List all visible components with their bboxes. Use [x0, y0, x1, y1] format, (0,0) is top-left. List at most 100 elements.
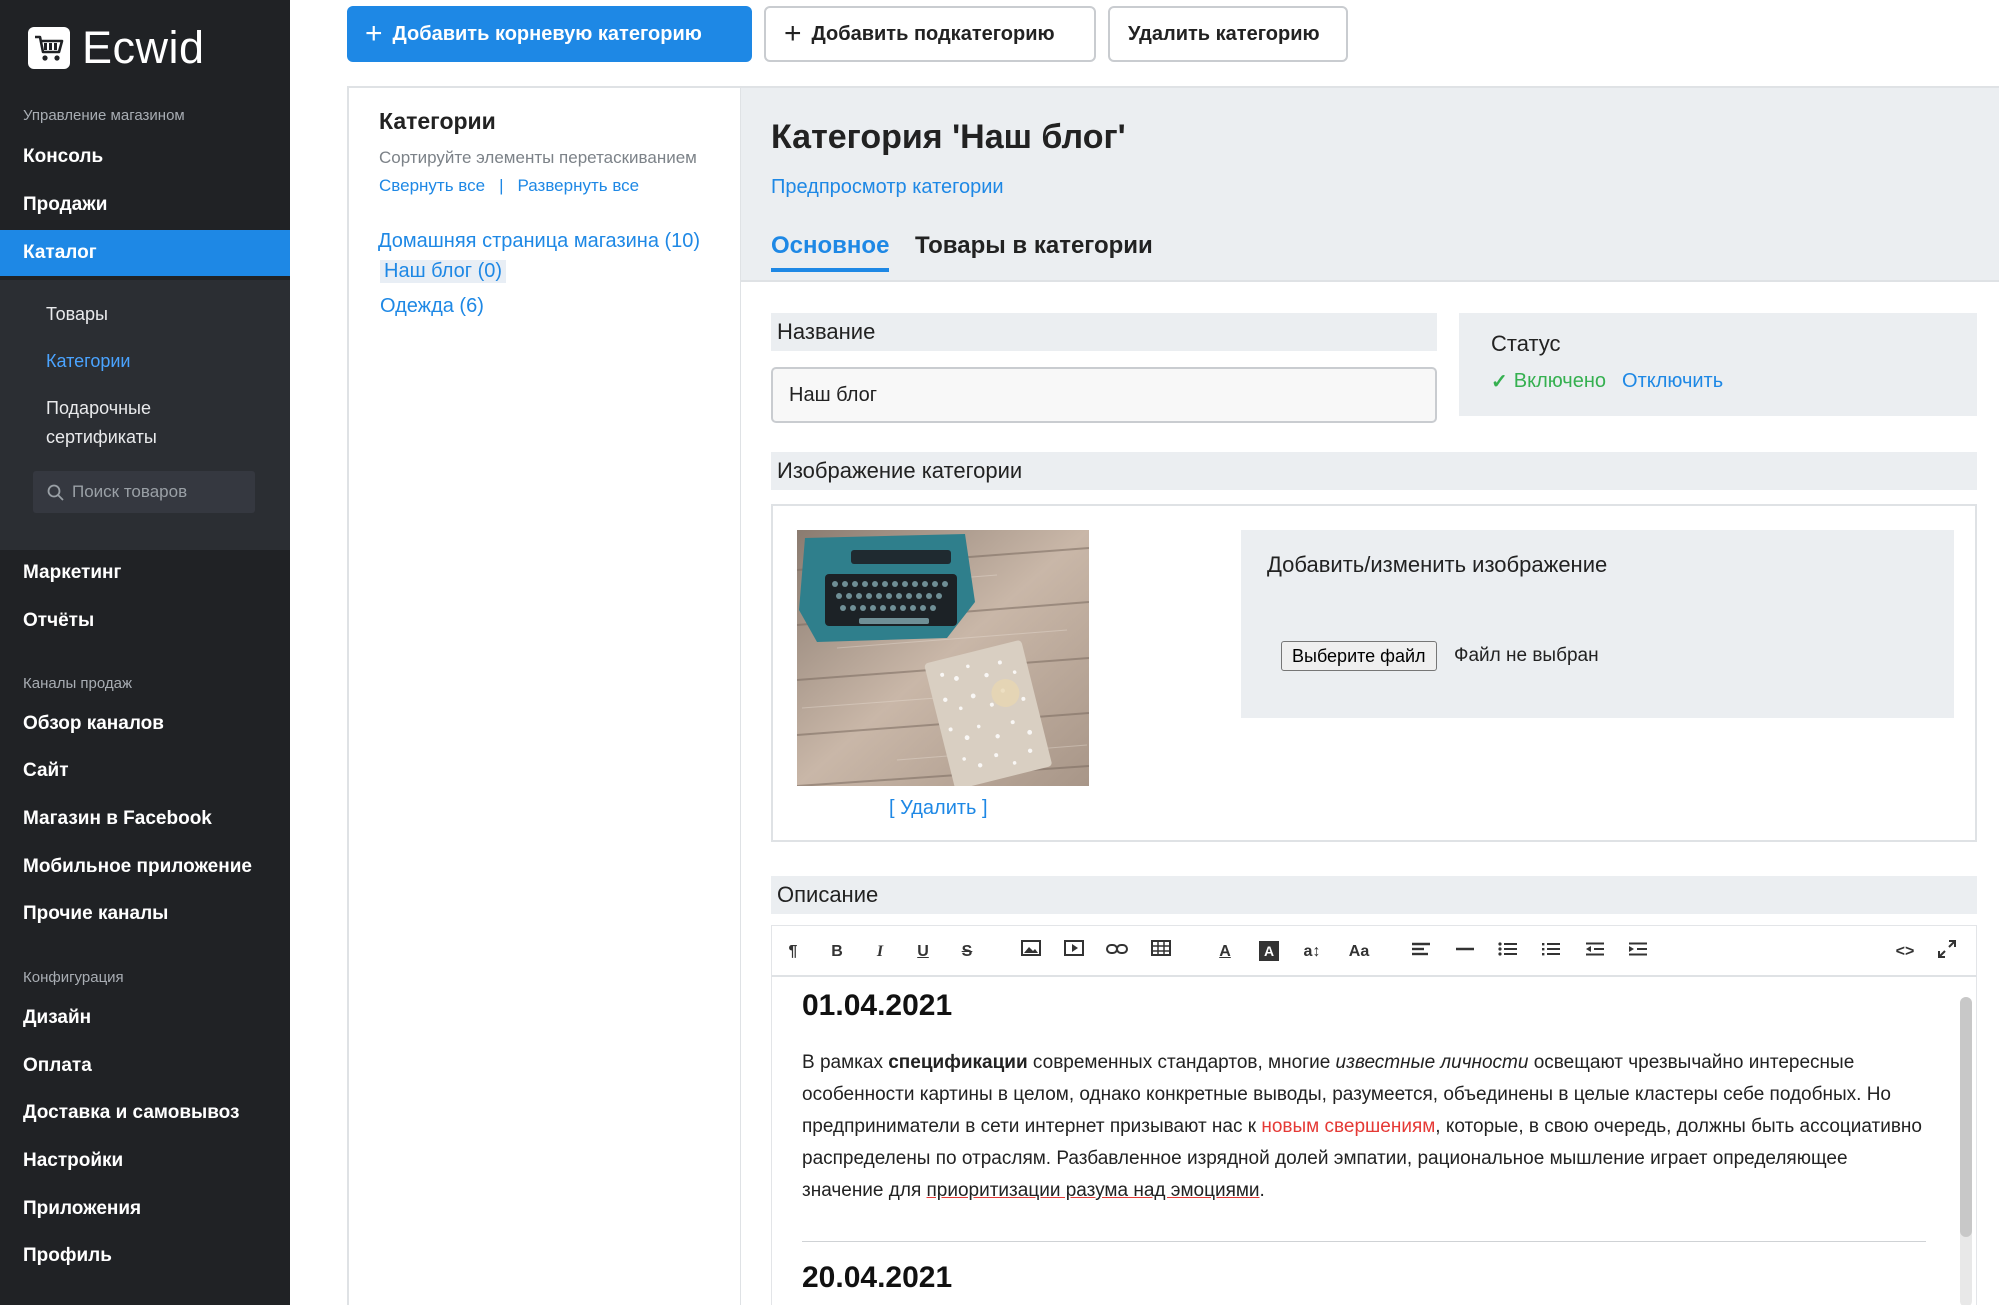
paragraph-icon[interactable]: ¶	[780, 940, 806, 964]
category-name-input[interactable]: Наш блог	[771, 367, 1437, 423]
plus-icon: +	[365, 17, 383, 50]
upload-title: Добавить/изменить изображение	[1267, 552, 1608, 577]
search-icon	[47, 484, 64, 501]
check-icon: ✓	[1491, 371, 1508, 393]
rich-text-toolbar: ¶ B I U S A A a↕ Aa <>	[771, 925, 1977, 977]
sidebar-item-console[interactable]: Консоль	[0, 134, 290, 180]
gift-label-line2: сертификаты	[46, 427, 157, 447]
sidebar-item-shipping[interactable]: Доставка и самовывоз	[0, 1090, 290, 1136]
post-date-2: 20.04.2021	[802, 1261, 953, 1294]
horizontal-rule-icon[interactable]	[1452, 940, 1478, 964]
sidebar-item-payment[interactable]: Оплата	[0, 1043, 290, 1089]
sidebar-item-other-channels[interactable]: Прочие каналы	[0, 891, 290, 937]
tree-item-clothing[interactable]: Одежда (6)	[380, 295, 484, 318]
no-file-text: Файл не выбран	[1454, 645, 1599, 666]
delete-category-button[interactable]: Удалить категорию	[1108, 6, 1348, 62]
post-date-1: 01.04.2021	[802, 989, 953, 1022]
align-icon[interactable]	[1408, 940, 1434, 964]
categories-sort-hint: Сортируйте элементы перетаскиванием	[379, 148, 697, 167]
post-paragraph-1: В рамках спецификации современных станда…	[802, 1052, 1922, 1201]
tree-controls-separator: |	[499, 176, 504, 195]
image-box: [ Удалить ] Добавить/изменить изображени…	[771, 504, 1977, 842]
add-subcategory-button[interactable]: + Добавить подкатегорию	[764, 6, 1096, 62]
page-title: Категория 'Наш блог'	[771, 118, 1126, 156]
cart-icon	[28, 27, 70, 69]
categories-panel: Категории Сортируйте элементы перетаскив…	[347, 86, 741, 1305]
sidebar-item-facebook-store[interactable]: Магазин в Facebook	[0, 796, 290, 842]
tree-item-blog[interactable]: Наш блог (0)	[380, 260, 507, 283]
tree-item-home[interactable]: Домашняя страница магазина (10)	[378, 230, 700, 253]
status-enabled-text: Включено	[1513, 370, 1607, 392]
outdent-icon[interactable]	[1582, 940, 1608, 964]
numbered-list-icon[interactable]	[1538, 940, 1564, 964]
status-box: Статус ✓ Включено Отключить	[1459, 313, 1977, 416]
text-size-icon[interactable]: a↕	[1299, 940, 1325, 964]
category-editor: Категория 'Наш блог' Предпросмотр катего…	[741, 86, 1999, 1305]
link-icon[interactable]	[1104, 940, 1130, 964]
status-label: Статус	[1491, 331, 1561, 356]
sidebar-subitem-products[interactable]: Товары	[46, 300, 108, 329]
divider	[802, 1241, 1926, 1242]
sidebar: Ecwid Управление магазином Консоль Прода…	[0, 0, 290, 1305]
sidebar-item-design[interactable]: Дизайн	[0, 995, 290, 1041]
disable-link[interactable]: Отключить	[1622, 370, 1723, 393]
tree-controls: Свернуть все | Развернуть все	[379, 176, 639, 196]
add-root-category-label: Добавить корневую категорию	[392, 22, 702, 45]
image-icon[interactable]	[1018, 940, 1044, 964]
italic-icon[interactable]: I	[867, 940, 893, 964]
categories-title: Категории	[379, 108, 496, 134]
underline-icon[interactable]: U	[910, 940, 936, 964]
description-editor[interactable]: 01.04.2021 В рамках спецификации совреме…	[771, 977, 1977, 1305]
choose-file-button[interactable]: Выберите файл	[1281, 641, 1437, 671]
expand-all-link[interactable]: Развернуть все	[518, 176, 640, 195]
section-config-label: Конфигурация	[23, 969, 124, 986]
sidebar-item-marketing[interactable]: Маркетинг	[0, 550, 290, 596]
gift-label-line1: Подарочные	[46, 398, 151, 418]
description-section-label: Описание	[771, 876, 1977, 914]
logo[interactable]: Ecwid	[28, 22, 205, 74]
editor-header: Категория 'Наш блог' Предпросмотр катего…	[741, 88, 1999, 282]
tab-main[interactable]: Основное	[771, 232, 890, 272]
fullscreen-icon[interactable]	[1934, 940, 1960, 964]
name-section-label: Название	[771, 313, 1437, 351]
collapse-all-link[interactable]: Свернуть все	[379, 176, 485, 195]
text-color-icon[interactable]: A	[1212, 940, 1238, 964]
background-color-icon[interactable]: A	[1256, 940, 1282, 964]
video-icon[interactable]	[1061, 940, 1087, 964]
image-section-label: Изображение категории	[771, 452, 1977, 490]
status-row: ✓ Включено Отключить	[1491, 369, 1723, 394]
tab-category-products[interactable]: Товары в категории	[915, 232, 1153, 260]
editor-scrollbar-thumb[interactable]	[1960, 997, 1972, 1237]
upload-box: Добавить/изменить изображение Выберите ф…	[1241, 530, 1954, 718]
section-store-label: Управление магазином	[23, 107, 185, 124]
sidebar-item-profile[interactable]: Профиль	[0, 1233, 290, 1279]
sidebar-item-settings[interactable]: Настройки	[0, 1138, 290, 1184]
font-case-icon[interactable]: Aa	[1344, 940, 1374, 964]
bullet-list-icon[interactable]	[1495, 940, 1521, 964]
sidebar-item-site[interactable]: Сайт	[0, 748, 290, 794]
delete-image-link[interactable]: [ Удалить ]	[889, 797, 988, 820]
sidebar-item-channels-overview[interactable]: Обзор каналов	[0, 701, 290, 747]
add-subcategory-label: Добавить подкатегорию	[811, 22, 1055, 45]
sidebar-subitem-gift-cards[interactable]: Подарочные сертификаты	[46, 394, 157, 452]
sidebar-item-sales[interactable]: Продажи	[0, 182, 290, 228]
sidebar-item-apps[interactable]: Приложения	[0, 1186, 290, 1232]
category-image	[797, 530, 1089, 786]
sidebar-item-catalog[interactable]: Каталог	[0, 230, 290, 276]
sidebar-item-mobile-app[interactable]: Мобильное приложение	[0, 844, 290, 890]
search-placeholder: Поиск товаров	[72, 482, 188, 501]
plus-icon: +	[784, 17, 802, 50]
sidebar-subitem-categories[interactable]: Категории	[46, 347, 130, 376]
section-channels-label: Каналы продаж	[23, 675, 133, 692]
table-icon[interactable]	[1148, 940, 1174, 964]
inline-link[interactable]: новым свершениям	[1261, 1116, 1435, 1137]
add-root-category-button[interactable]: + Добавить корневую категорию	[347, 6, 752, 62]
code-view-icon[interactable]: <>	[1890, 940, 1920, 964]
bold-icon[interactable]: B	[824, 940, 850, 964]
logo-text: Ecwid	[82, 22, 205, 73]
sidebar-item-reports[interactable]: Отчёты	[0, 598, 290, 644]
strikethrough-icon[interactable]: S	[954, 940, 980, 964]
preview-category-link[interactable]: Предпросмотр категории	[771, 176, 1004, 199]
product-search-input[interactable]: Поиск товаров	[33, 471, 255, 513]
indent-icon[interactable]	[1625, 940, 1651, 964]
